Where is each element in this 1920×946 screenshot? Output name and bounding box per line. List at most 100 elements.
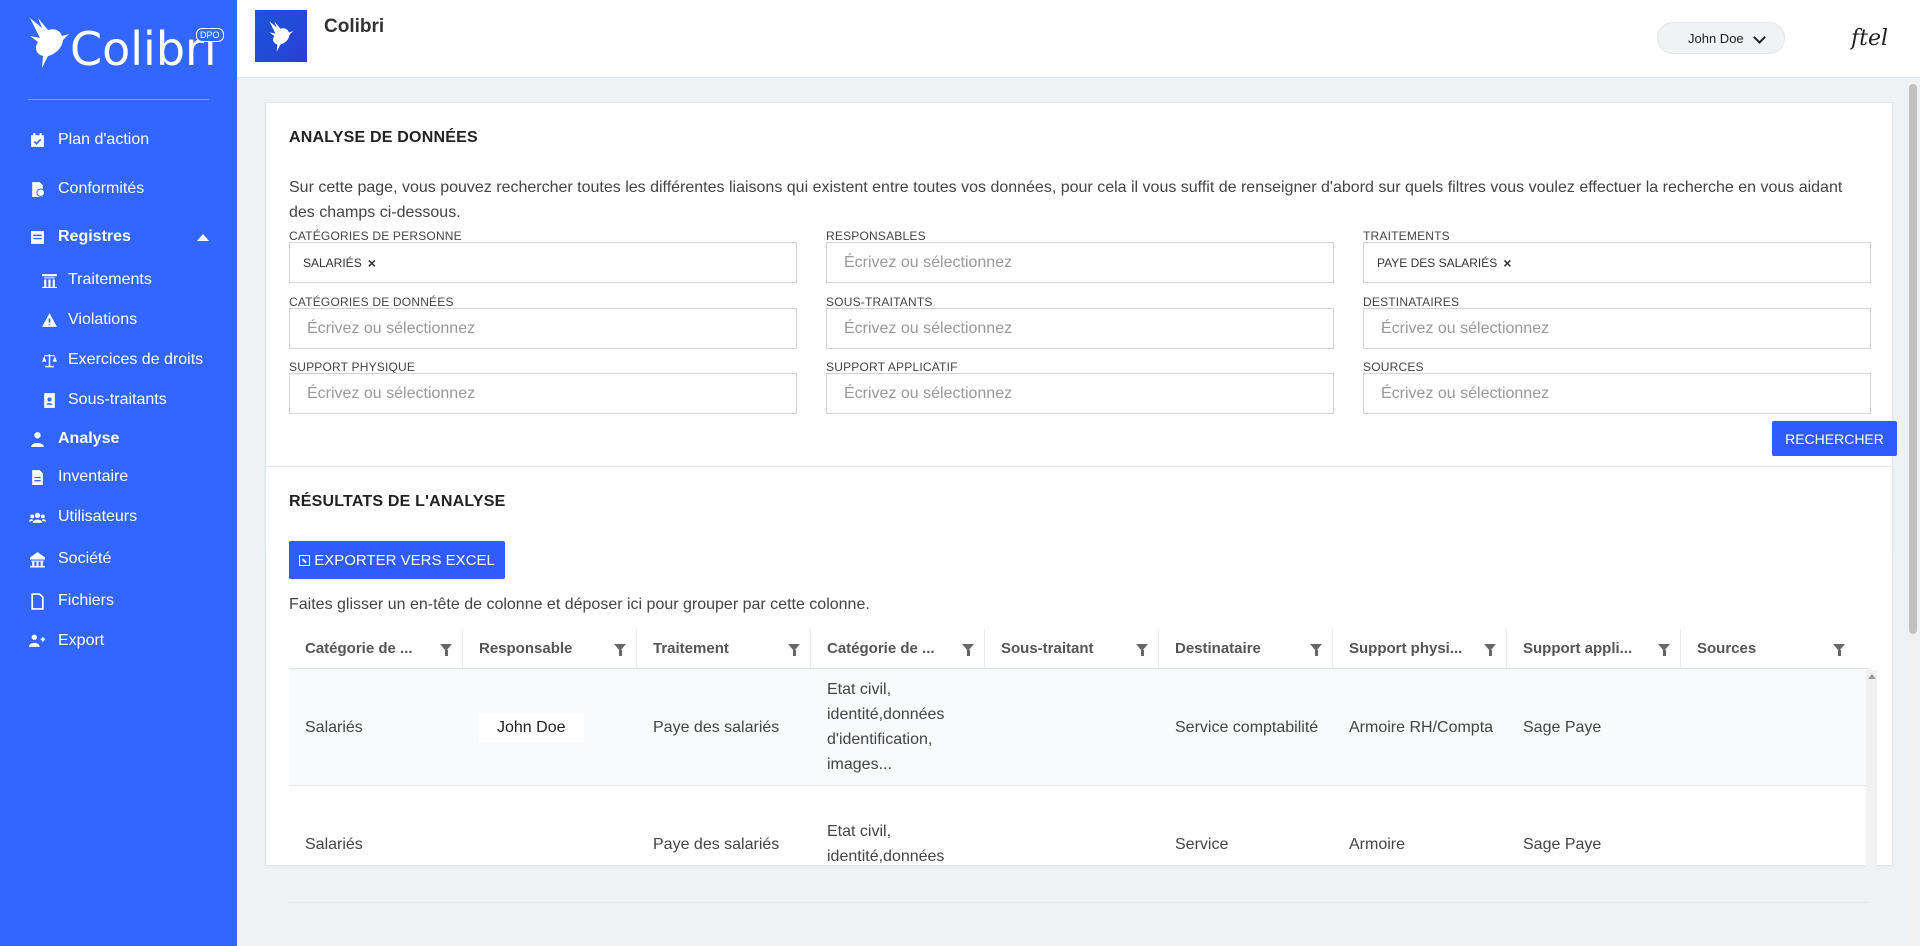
brand-name: Colibri	[70, 22, 217, 76]
column-header[interactable]: Responsable	[463, 629, 637, 668]
filter-support-physique[interactable]: Écrivez ou sélectionnez	[289, 373, 797, 414]
table-cell: Salariés	[305, 718, 363, 736]
filter-destinataires[interactable]: Écrivez ou sélectionnez	[1363, 308, 1871, 349]
filter-icon[interactable]	[962, 644, 974, 656]
sidebar-item-label: Inventaire	[58, 468, 129, 485]
sidebar-item-utilisateurs[interactable]: Utilisateurs	[0, 496, 237, 538]
filter-categories-donnees[interactable]: Écrivez ou sélectionnez	[289, 308, 797, 349]
sidebar-item-plan-action[interactable]: Plan d'action	[0, 116, 237, 164]
table-cell	[985, 786, 1159, 902]
page-scrollbar-thumb[interactable]	[1909, 84, 1917, 634]
field-placeholder: Écrivez ou sélectionnez	[844, 253, 1013, 271]
sidebar-item-violations[interactable]: Violations	[0, 300, 237, 340]
column-title: Traitement	[653, 640, 729, 657]
tag-label: SALARIÉS	[303, 255, 362, 270]
filter-icon[interactable]	[614, 644, 626, 656]
sidebar-item-traitements[interactable]: Traitements	[0, 260, 237, 300]
top-header: Colibri John Doe ftel	[237, 0, 1920, 78]
filter-icon[interactable]	[440, 644, 452, 656]
filter-responsables[interactable]: Écrivez ou sélectionnez	[826, 242, 1334, 283]
column-header[interactable]: Support physi...	[1333, 629, 1507, 668]
filter-label-support-applicatif: SUPPORT APPLICATIF	[826, 360, 958, 374]
selected-tag: SALARIÉS ×	[303, 254, 376, 271]
sidebar-item-conformites[interactable]: Conformités	[0, 164, 237, 214]
sidebar-item-export[interactable]: Export	[0, 622, 237, 660]
filter-icon[interactable]	[1833, 644, 1845, 656]
id-badge-icon	[40, 391, 58, 409]
grid-scrollbar[interactable]	[1866, 670, 1877, 870]
column-header[interactable]: Catégorie de ...	[811, 629, 985, 668]
search-button[interactable]: RECHERCHER	[1772, 421, 1897, 456]
table-cell	[985, 669, 1159, 785]
sidebar-item-inventaire[interactable]: Inventaire	[0, 458, 237, 496]
sidebar-item-societe[interactable]: Société	[0, 538, 237, 580]
column-header[interactable]: Destinataire	[1159, 629, 1333, 668]
sidebar-item-analyse[interactable]: Analyse	[0, 420, 237, 458]
partner-logo: ftel	[1851, 26, 1888, 51]
caret-up-icon[interactable]	[197, 233, 209, 241]
remove-tag-icon[interactable]: ×	[1503, 255, 1511, 271]
filter-sources[interactable]: Écrivez ou sélectionnez	[1363, 373, 1871, 414]
users-icon	[28, 508, 46, 526]
hummingbird-logo-icon	[30, 18, 69, 68]
filter-icon[interactable]	[1484, 644, 1496, 656]
filter-icon[interactable]	[788, 644, 800, 656]
excel-icon	[299, 554, 311, 566]
sidebar-item-fichiers[interactable]: Fichiers	[0, 580, 237, 622]
filter-sous-traitants[interactable]: Écrivez ou sélectionnez	[826, 308, 1334, 349]
table-row[interactable]: Salariés John Doe Paye des salariés Etat…	[289, 669, 1869, 786]
table-cell: Paye des salariés	[653, 718, 780, 736]
filter-support-applicatif[interactable]: Écrivez ou sélectionnez	[826, 373, 1334, 414]
column-header[interactable]: Sous-traitant	[985, 629, 1159, 668]
table-row[interactable]: Salariés Paye des salariés Etat civil, i…	[289, 786, 1869, 903]
column-title: Catégorie de ...	[305, 640, 413, 657]
scroll-up-icon[interactable]	[1868, 674, 1876, 679]
column-header[interactable]: Catégorie de ...	[289, 629, 463, 668]
export-excel-button[interactable]: EXPORTER VERS EXCEL	[289, 541, 505, 579]
partner-logo-text: ftel	[1851, 26, 1889, 51]
user-menu-button[interactable]: John Doe	[1657, 22, 1785, 54]
sidebar-logo[interactable]: Colibri DPO	[28, 0, 224, 100]
field-placeholder: Écrivez ou sélectionnez	[307, 319, 476, 337]
filter-icon[interactable]	[1658, 644, 1670, 656]
calendar-check-icon	[28, 131, 46, 149]
column-header[interactable]: Sources	[1681, 629, 1855, 668]
table-cell: Service	[1175, 835, 1229, 853]
file-check-icon	[28, 180, 46, 198]
column-title: Catégorie de ...	[827, 640, 935, 657]
column-header[interactable]: Support appli...	[1507, 629, 1681, 668]
sidebar-item-registres[interactable]: Registres	[0, 214, 237, 260]
sidebar-item-label: Traitements	[68, 271, 152, 288]
group-by-hint: Faites glisser un en-tête de colonne et …	[289, 596, 870, 613]
table-cell: Sage Paye	[1523, 835, 1602, 853]
filter-categories-personne[interactable]: SALARIÉS ×	[289, 242, 797, 283]
grid-header: Catégorie de ... Responsable Traitement …	[289, 629, 1869, 669]
columns-icon	[40, 271, 58, 289]
column-header[interactable]: Traitement	[637, 629, 811, 668]
sidebar-item-sous-traitants[interactable]: Sous-traitants	[0, 380, 237, 420]
sidebar-item-exercices-droits[interactable]: Exercices de droits	[0, 340, 237, 380]
filter-label-traitements: TRAITEMENTS	[1363, 229, 1450, 243]
export-users-icon	[28, 632, 46, 650]
sidebar-item-label: Société	[58, 550, 112, 567]
main-content: ANALYSE DE DONNÉES Sur cette page, vous …	[237, 79, 1920, 946]
user-tie-icon	[28, 430, 46, 448]
responsable-value: John Doe	[479, 712, 584, 742]
filter-traitements[interactable]: PAYE DES SALARIÉS ×	[1363, 242, 1871, 283]
remove-tag-icon[interactable]: ×	[368, 255, 376, 271]
register-icon	[28, 228, 46, 246]
filter-label-destinataires: DESTINATAIRES	[1363, 295, 1460, 309]
filter-label-sous-traitants: SOUS-TRAITANTS	[826, 295, 933, 309]
app-logo[interactable]	[255, 10, 307, 62]
table-cell: Sage Paye	[1523, 718, 1602, 736]
table-cell	[1681, 669, 1855, 785]
column-title: Responsable	[479, 640, 573, 657]
table-cell	[463, 786, 637, 902]
filter-icon[interactable]	[1136, 644, 1148, 656]
filter-icon[interactable]	[1310, 644, 1322, 656]
page-scrollbar[interactable]	[1906, 79, 1920, 946]
sidebar: Colibri DPO Plan d'action Conformités Re…	[0, 0, 237, 946]
table-cell: Salariés	[305, 835, 363, 853]
table-cell	[1681, 786, 1855, 902]
table-cell: Etat civil, identité,données d'identific…	[827, 681, 945, 773]
